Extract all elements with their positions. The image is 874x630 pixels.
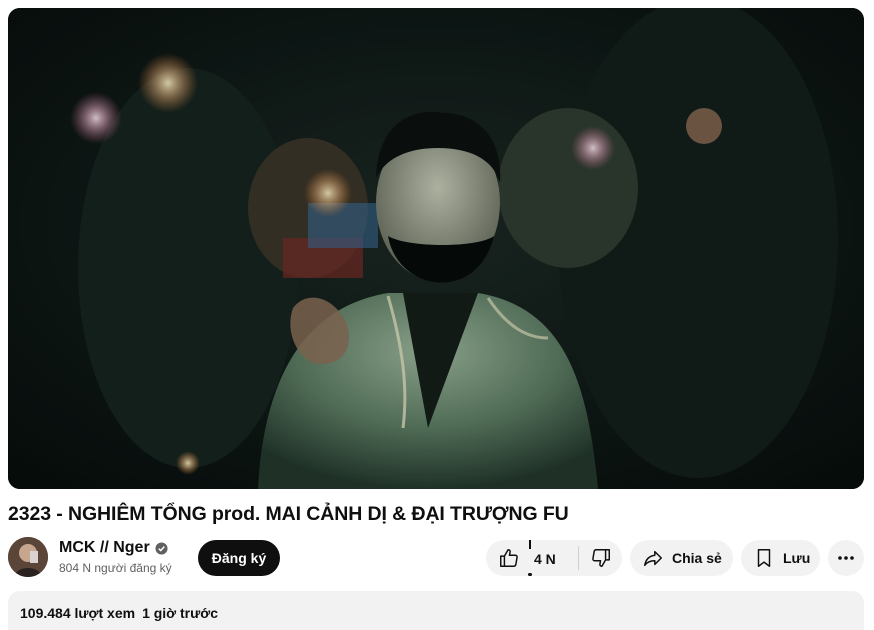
description-meta: 109.484 lượt xem 1 giờ trước (20, 605, 218, 621)
like-count: 4 N (534, 551, 556, 567)
verified-icon (155, 541, 168, 555)
save-icon (757, 549, 771, 567)
channel-name-link[interactable]: MCK // Nger (59, 539, 168, 557)
like-dislike-group: 4 N (486, 540, 622, 576)
view-count: 109.484 lượt xem (20, 605, 136, 621)
more-actions-button[interactable] (828, 540, 864, 576)
count-marker-top (529, 540, 531, 549)
share-label: Chia sẻ (672, 550, 722, 566)
dislike-button[interactable] (579, 540, 622, 576)
video-frame (8, 8, 864, 489)
save-label: Lưu (783, 550, 811, 566)
like-button[interactable]: 4 N (486, 540, 578, 576)
channel-name[interactable]: MCK // Nger (59, 539, 150, 557)
video-title: 2323 - NGHIÊM TỔNG prod. MAI CẢNH DỊ & Đ… (8, 503, 569, 525)
share-icon (644, 550, 662, 567)
more-icon (838, 556, 854, 560)
upload-time: 1 giờ trước (142, 605, 219, 621)
dislike-icon (591, 549, 610, 567)
share-button[interactable]: Chia sẻ (630, 540, 733, 576)
avatar-image (8, 537, 48, 577)
save-button[interactable]: Lưu (741, 540, 820, 576)
count-marker-bottom (528, 573, 532, 576)
like-icon (500, 549, 518, 567)
description-box[interactable]: 109.484 lượt xem 1 giờ trước (8, 591, 864, 630)
video-player[interactable] (8, 8, 864, 489)
channel-avatar[interactable] (8, 537, 48, 577)
subscriber-count: 804 N người đăng ký (59, 561, 172, 575)
subscribe-button[interactable]: Đăng ký (198, 540, 280, 576)
